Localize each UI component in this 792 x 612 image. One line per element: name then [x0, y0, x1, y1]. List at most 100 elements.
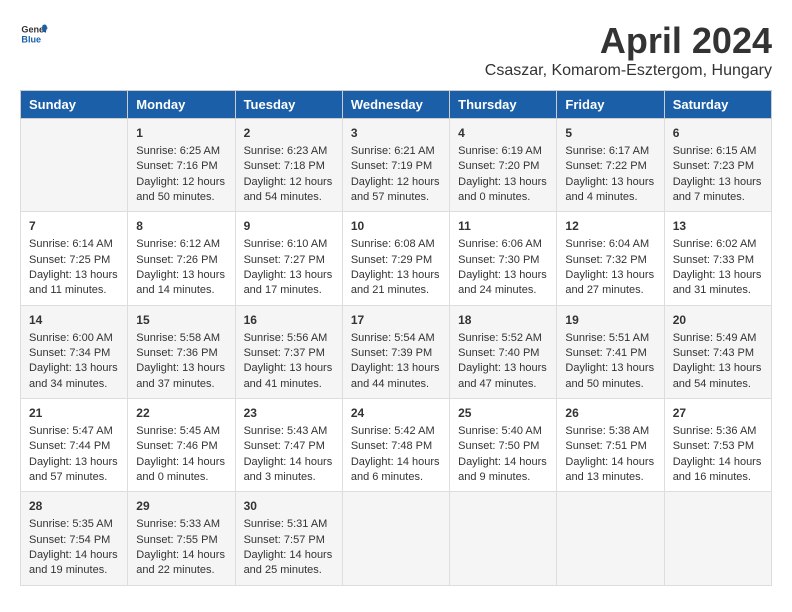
day-number: 26	[565, 405, 655, 422]
day-info: Sunrise: 6:17 AM Sunset: 7:22 PM Dayligh…	[565, 145, 654, 203]
logo-icon: General Blue	[20, 20, 48, 48]
day-number: 7	[29, 218, 119, 235]
header-day-wednesday: Wednesday	[342, 91, 449, 119]
day-number: 5	[565, 125, 655, 142]
calendar-week-row: 1 Sunrise: 6:25 AM Sunset: 7:16 PM Daylig…	[21, 119, 772, 212]
day-info: Sunrise: 5:45 AM Sunset: 7:46 PM Dayligh…	[136, 425, 225, 483]
day-info: Sunrise: 6:00 AM Sunset: 7:34 PM Dayligh…	[29, 332, 118, 390]
day-info: Sunrise: 5:49 AM Sunset: 7:43 PM Dayligh…	[673, 332, 762, 390]
header-day-saturday: Saturday	[664, 91, 771, 119]
calendar-cell	[664, 492, 771, 585]
day-info: Sunrise: 5:42 AM Sunset: 7:48 PM Dayligh…	[351, 425, 440, 483]
calendar-week-row: 14 Sunrise: 6:00 AM Sunset: 7:34 PM Dayli…	[21, 305, 772, 398]
page-header: General Blue April 2024 Csaszar, Komarom…	[20, 20, 772, 80]
calendar-cell: 2 Sunrise: 6:23 AM Sunset: 7:18 PM Daylig…	[235, 119, 342, 212]
svg-text:Blue: Blue	[21, 34, 41, 44]
day-info: Sunrise: 5:33 AM Sunset: 7:55 PM Dayligh…	[136, 518, 225, 576]
calendar-cell: 18Sunrise: 5:52 AM Sunset: 7:40 PM Dayli…	[450, 305, 557, 398]
page-title: April 2024	[485, 20, 772, 62]
day-info: Sunrise: 5:51 AM Sunset: 7:41 PM Dayligh…	[565, 332, 654, 390]
calendar-week-row: 7 Sunrise: 6:14 AM Sunset: 7:25 PM Daylig…	[21, 212, 772, 305]
day-number: 29	[136, 498, 226, 515]
calendar-cell: 24 Sunrise: 5:42 AM Sunset: 7:48 PM Dayli…	[342, 399, 449, 492]
calendar-cell: 10Sunrise: 6:08 AM Sunset: 7:29 PM Dayli…	[342, 212, 449, 305]
day-number: 19	[565, 312, 655, 329]
day-number: 1	[136, 125, 226, 142]
calendar-cell: 15 Sunrise: 5:58 AM Sunset: 7:36 PM Dayli…	[128, 305, 235, 398]
day-number: 27	[673, 405, 763, 422]
day-number: 21	[29, 405, 119, 422]
calendar-cell: 21 Sunrise: 5:47 AM Sunset: 7:44 PM Dayli…	[21, 399, 128, 492]
calendar-cell: 13 Sunrise: 6:02 AM Sunset: 7:33 PM Dayli…	[664, 212, 771, 305]
page-subtitle: Csaszar, Komarom-Esztergom, Hungary	[485, 62, 772, 80]
calendar-cell: 11 Sunrise: 6:06 AM Sunset: 7:30 PM Dayli…	[450, 212, 557, 305]
header-day-friday: Friday	[557, 91, 664, 119]
day-number: 11	[458, 218, 548, 235]
title-area: April 2024 Csaszar, Komarom-Esztergom, H…	[485, 20, 772, 80]
calendar-cell	[450, 492, 557, 585]
calendar-header-row: SundayMondayTuesdayWednesdayThursdayFrid…	[21, 91, 772, 119]
day-number: 30	[244, 498, 334, 515]
calendar-cell: 9Sunrise: 6:10 AM Sunset: 7:27 PM Daylig…	[235, 212, 342, 305]
day-info: Sunrise: 5:47 AM Sunset: 7:44 PM Dayligh…	[29, 425, 118, 483]
day-number: 13	[673, 218, 763, 235]
calendar-cell: 7 Sunrise: 6:14 AM Sunset: 7:25 PM Daylig…	[21, 212, 128, 305]
day-number: 6	[673, 125, 763, 142]
day-info: Sunrise: 6:12 AM Sunset: 7:26 PM Dayligh…	[136, 238, 225, 296]
day-info: Sunrise: 6:14 AM Sunset: 7:25 PM Dayligh…	[29, 238, 118, 296]
calendar-cell: 8Sunrise: 6:12 AM Sunset: 7:26 PM Daylig…	[128, 212, 235, 305]
header-day-monday: Monday	[128, 91, 235, 119]
day-info: Sunrise: 6:15 AM Sunset: 7:23 PM Dayligh…	[673, 145, 762, 203]
calendar-cell: 23 Sunrise: 5:43 AM Sunset: 7:47 PM Dayli…	[235, 399, 342, 492]
calendar-week-row: 28 Sunrise: 5:35 AM Sunset: 7:54 PM Dayli…	[21, 492, 772, 585]
day-info: Sunrise: 5:31 AM Sunset: 7:57 PM Dayligh…	[244, 518, 333, 576]
day-number: 9	[244, 218, 334, 235]
calendar-table: SundayMondayTuesdayWednesdayThursdayFrid…	[20, 90, 772, 586]
day-number: 28	[29, 498, 119, 515]
day-number: 25	[458, 405, 548, 422]
day-info: Sunrise: 5:43 AM Sunset: 7:47 PM Dayligh…	[244, 425, 333, 483]
day-number: 24	[351, 405, 441, 422]
calendar-cell	[21, 119, 128, 212]
day-info: Sunrise: 6:25 AM Sunset: 7:16 PM Dayligh…	[136, 145, 225, 203]
calendar-cell: 25 Sunrise: 5:40 AM Sunset: 7:50 PM Dayli…	[450, 399, 557, 492]
day-info: Sunrise: 5:38 AM Sunset: 7:51 PM Dayligh…	[565, 425, 654, 483]
calendar-cell: 16Sunrise: 5:56 AM Sunset: 7:37 PM Dayli…	[235, 305, 342, 398]
day-info: Sunrise: 5:58 AM Sunset: 7:36 PM Dayligh…	[136, 332, 225, 390]
calendar-cell: 28 Sunrise: 5:35 AM Sunset: 7:54 PM Dayli…	[21, 492, 128, 585]
day-info: Sunrise: 6:04 AM Sunset: 7:32 PM Dayligh…	[565, 238, 654, 296]
day-number: 17	[351, 312, 441, 329]
day-info: Sunrise: 5:40 AM Sunset: 7:50 PM Dayligh…	[458, 425, 547, 483]
header-day-thursday: Thursday	[450, 91, 557, 119]
day-info: Sunrise: 5:35 AM Sunset: 7:54 PM Dayligh…	[29, 518, 118, 576]
calendar-cell: 26 Sunrise: 5:38 AM Sunset: 7:51 PM Dayli…	[557, 399, 664, 492]
day-info: Sunrise: 6:02 AM Sunset: 7:33 PM Dayligh…	[673, 238, 762, 296]
day-number: 20	[673, 312, 763, 329]
day-number: 18	[458, 312, 548, 329]
calendar-cell: 22Sunrise: 5:45 AM Sunset: 7:46 PM Dayli…	[128, 399, 235, 492]
day-info: Sunrise: 6:06 AM Sunset: 7:30 PM Dayligh…	[458, 238, 547, 296]
calendar-cell: 19 Sunrise: 5:51 AM Sunset: 7:41 PM Dayli…	[557, 305, 664, 398]
day-info: Sunrise: 5:54 AM Sunset: 7:39 PM Dayligh…	[351, 332, 440, 390]
calendar-cell: 14 Sunrise: 6:00 AM Sunset: 7:34 PM Dayli…	[21, 305, 128, 398]
header-day-sunday: Sunday	[21, 91, 128, 119]
calendar-cell: 1 Sunrise: 6:25 AM Sunset: 7:16 PM Daylig…	[128, 119, 235, 212]
calendar-cell: 3 Sunrise: 6:21 AM Sunset: 7:19 PM Daylig…	[342, 119, 449, 212]
logo: General Blue	[20, 20, 48, 48]
calendar-cell: 30 Sunrise: 5:31 AM Sunset: 7:57 PM Dayli…	[235, 492, 342, 585]
day-number: 14	[29, 312, 119, 329]
calendar-cell: 29 Sunrise: 5:33 AM Sunset: 7:55 PM Dayli…	[128, 492, 235, 585]
calendar-cell: 12Sunrise: 6:04 AM Sunset: 7:32 PM Dayli…	[557, 212, 664, 305]
day-info: Sunrise: 5:56 AM Sunset: 7:37 PM Dayligh…	[244, 332, 333, 390]
day-info: Sunrise: 5:36 AM Sunset: 7:53 PM Dayligh…	[673, 425, 762, 483]
header-day-tuesday: Tuesday	[235, 91, 342, 119]
day-number: 3	[351, 125, 441, 142]
day-info: Sunrise: 6:23 AM Sunset: 7:18 PM Dayligh…	[244, 145, 333, 203]
day-number: 15	[136, 312, 226, 329]
day-number: 23	[244, 405, 334, 422]
day-number: 2	[244, 125, 334, 142]
day-info: Sunrise: 6:08 AM Sunset: 7:29 PM Dayligh…	[351, 238, 440, 296]
calendar-cell	[342, 492, 449, 585]
calendar-cell: 4Sunrise: 6:19 AM Sunset: 7:20 PM Daylig…	[450, 119, 557, 212]
day-info: Sunrise: 6:21 AM Sunset: 7:19 PM Dayligh…	[351, 145, 440, 203]
